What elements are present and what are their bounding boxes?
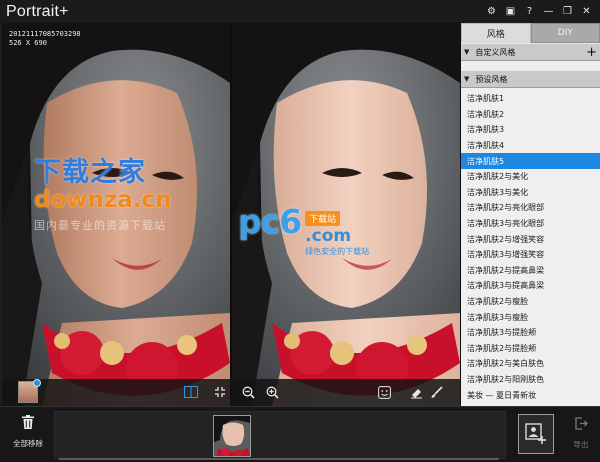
restore-icon[interactable]: ❐ — [558, 0, 577, 23]
remove-all-label: 全部移除 — [13, 439, 43, 448]
photo-strip-thumbnail[interactable] — [213, 415, 251, 457]
watermark-pc6-tag: 下载站 — [305, 211, 341, 226]
fit-screen-icon[interactable] — [212, 384, 228, 400]
add-photo-button[interactable] — [518, 414, 554, 454]
add-custom-style-icon[interactable]: + — [586, 44, 597, 61]
trash-icon — [22, 415, 34, 433]
style-item[interactable]: 洁净肌肤2 — [461, 107, 600, 123]
image-metadata: 20121117085703298 526 X 690 — [9, 30, 81, 48]
custom-style-header[interactable]: ▼ 自定义风格 + — [461, 43, 600, 61]
style-item[interactable]: 洁净肌肤4 — [461, 138, 600, 154]
style-item[interactable]: 洁净肌肤3与增强笑容 — [461, 247, 600, 263]
watermark-downza-tagline: 国内最专业的资源下载站 — [34, 219, 166, 232]
export-icon — [574, 417, 588, 435]
eraser-icon[interactable] — [408, 384, 424, 400]
style-item[interactable]: 洁净肌肤1 — [461, 91, 600, 107]
bottom-bar: 全部移除 导出 — [0, 406, 600, 462]
style-item[interactable]: 洁净肌肤2与美化 — [461, 169, 600, 185]
style-item[interactable]: 洁净肌肤2与增强笑容 — [461, 231, 600, 247]
minimize-icon[interactable]: — — [539, 0, 558, 23]
collapse-triangle-icon: ▼ — [464, 75, 470, 83]
face-thumbnail-button[interactable] — [18, 379, 41, 403]
style-item[interactable]: 洁净肌肤2与阳刚肤色 — [461, 372, 600, 388]
face-smile-icon[interactable] — [376, 384, 392, 400]
watermark-downza: 下载之家 downza.cn 国内最专业的资源下载站 — [34, 150, 172, 233]
title-bar: Portrait+ ⚙ ▣ ? — ❐ ✕ — [0, 0, 600, 23]
settings-icon[interactable]: ⚙ — [482, 0, 501, 23]
app-title: Portrait+ — [6, 2, 69, 20]
tab-diy[interactable]: DIY — [530, 23, 600, 43]
style-item[interactable]: 洁净肌肤3与提高鼻梁 — [461, 278, 600, 294]
image-timestamp: 20121117085703298 — [9, 30, 81, 38]
image-dimensions: 526 X 690 — [9, 39, 47, 47]
help-icon[interactable]: ? — [520, 0, 539, 23]
preset-style-list: 洁净肌肤1 洁净肌肤2 洁净肌肤3 洁净肌肤4 洁净肌肤5 洁净肌肤2与美化 洁净肌肤3与美… — [461, 91, 600, 403]
remove-all-button[interactable]: 全部移除 — [6, 415, 50, 455]
zoom-out-icon[interactable] — [240, 384, 256, 400]
style-item[interactable]: 洁净肌肤2与亮化眼部 — [461, 200, 600, 216]
custom-style-label: 自定义风格 — [475, 47, 516, 57]
style-item[interactable]: 洁净肌肤3与提脸颊 — [461, 325, 600, 341]
face-detect-badge — [33, 379, 41, 387]
zoom-in-icon[interactable] — [264, 384, 280, 400]
style-item[interactable]: 洁净肌肤2与提高鼻梁 — [461, 263, 600, 279]
watermark-downza-title: 下载之家 — [34, 157, 146, 188]
preset-style-label: 预设风格 — [475, 74, 508, 84]
tab-style[interactable]: 风格 — [461, 23, 531, 43]
style-item[interactable]: 洁净肌肤5 — [461, 153, 600, 169]
export-label: 导出 — [573, 440, 589, 449]
chat-icon[interactable]: ▣ — [501, 0, 520, 23]
watermark-pc6-logo: pc6 — [238, 202, 302, 241]
photo-toolbar — [2, 379, 460, 406]
watermark-pc6-domain: .com — [305, 226, 352, 246]
style-item[interactable]: 洁净肌肤3 — [461, 122, 600, 138]
style-item[interactable]: 美妆 — 夏日青新妆 — [461, 387, 600, 403]
style-item[interactable]: 洁净肌肤2与美白肤色 — [461, 356, 600, 372]
brush-icon[interactable] — [428, 384, 444, 400]
preset-style-header[interactable]: ▼ 预设风格 — [461, 70, 600, 88]
split-view-icon[interactable] — [183, 384, 199, 400]
style-panel: 风格 DIY ▼ 自定义风格 + ▼ 预设风格 洁净肌肤1 洁净肌肤2 洁净肌肤3 洁… — [460, 23, 600, 406]
style-item[interactable]: 洁净肌肤3与瘦脸 — [461, 309, 600, 325]
style-item[interactable]: 洁净肌肤2与瘦脸 — [461, 294, 600, 310]
add-photo-icon — [525, 423, 546, 444]
export-button[interactable]: 导出 — [566, 417, 596, 455]
panel-tabs: 风格 DIY — [461, 23, 600, 43]
photo-strip — [54, 411, 506, 460]
watermark-pc6: pc6 下载站 .com 绿色安全的下载站 — [238, 205, 369, 257]
close-icon[interactable]: ✕ — [577, 0, 596, 23]
custom-style-list — [461, 61, 600, 70]
watermark-downza-domain: downza.cn — [34, 187, 172, 213]
style-item[interactable]: 洁净肌肤3与美化 — [461, 185, 600, 201]
style-item[interactable]: 洁净肌肤2与提脸颊 — [461, 341, 600, 357]
photo-strip-scrollbar[interactable] — [59, 458, 499, 460]
style-item[interactable]: 洁净肌肤3与亮化眼部 — [461, 216, 600, 232]
collapse-triangle-icon: ▼ — [464, 48, 470, 56]
window-controls: ⚙ ▣ ? — ❐ ✕ — [482, 0, 596, 23]
watermark-pc6-tagline: 绿色安全的下载站 — [305, 247, 370, 256]
